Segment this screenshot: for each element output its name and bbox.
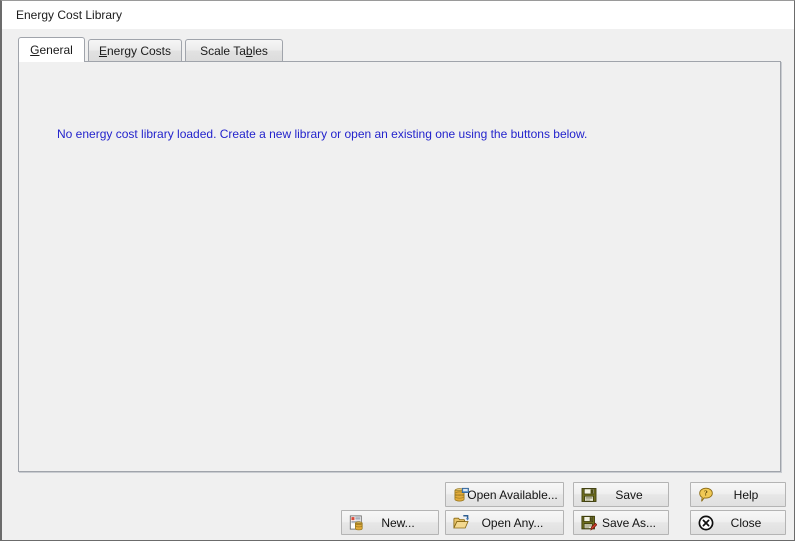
empty-library-message: No energy cost library loaded. Create a … [57,127,588,141]
tab-scale-tables-pre: Scale Ta [200,43,246,58]
tab-scale-tables-label: Scale Tables [200,44,268,58]
tab-general-label: General [30,43,73,57]
tab-general[interactable]: General [18,37,85,62]
tab-strip: General Energy Costs Scale Tables [18,37,781,62]
close-circle-icon [698,515,714,531]
tab-energy-costs-accel: E [98,43,107,58]
open-available-button[interactable]: Open Available... [445,482,564,507]
svg-text:?: ? [704,488,708,497]
save-button[interactable]: Save [573,482,669,507]
tab-panel-join [19,60,84,62]
open-folder-icon [453,514,469,531]
window-title: Energy Cost Library [16,8,123,22]
tab-energy-costs-label: Energy Costs [99,44,171,58]
tab-energy-costs-rest: nergy Costs [106,43,172,58]
tab-general-rest: eneral [39,43,73,57]
new-button[interactable]: New... [341,510,439,535]
energy-cost-library-window: Energy Cost Library General Energy Costs… [0,0,795,541]
title-bar: Energy Cost Library [2,1,794,29]
floppy-disk-icon [581,487,597,503]
database-icon [453,487,469,503]
help-button[interactable]: ? Help [690,482,786,507]
tab-panel-general: No energy cost library loaded. Create a … [18,61,781,472]
tab-scale-tables-accel: b [245,43,253,58]
new-document-database-icon [349,514,365,531]
tab-scale-tables-rest: les [252,43,268,58]
floppy-disk-pencil-icon [581,515,598,531]
open-any-button[interactable]: Open Any... [445,510,564,535]
close-button[interactable]: Close [690,510,786,535]
tab-energy-costs[interactable]: Energy Costs [88,39,182,61]
tab-scale-tables[interactable]: Scale Tables [185,39,283,61]
help-balloon-icon: ? [698,487,714,503]
save-as-button[interactable]: Save As... [573,510,669,535]
